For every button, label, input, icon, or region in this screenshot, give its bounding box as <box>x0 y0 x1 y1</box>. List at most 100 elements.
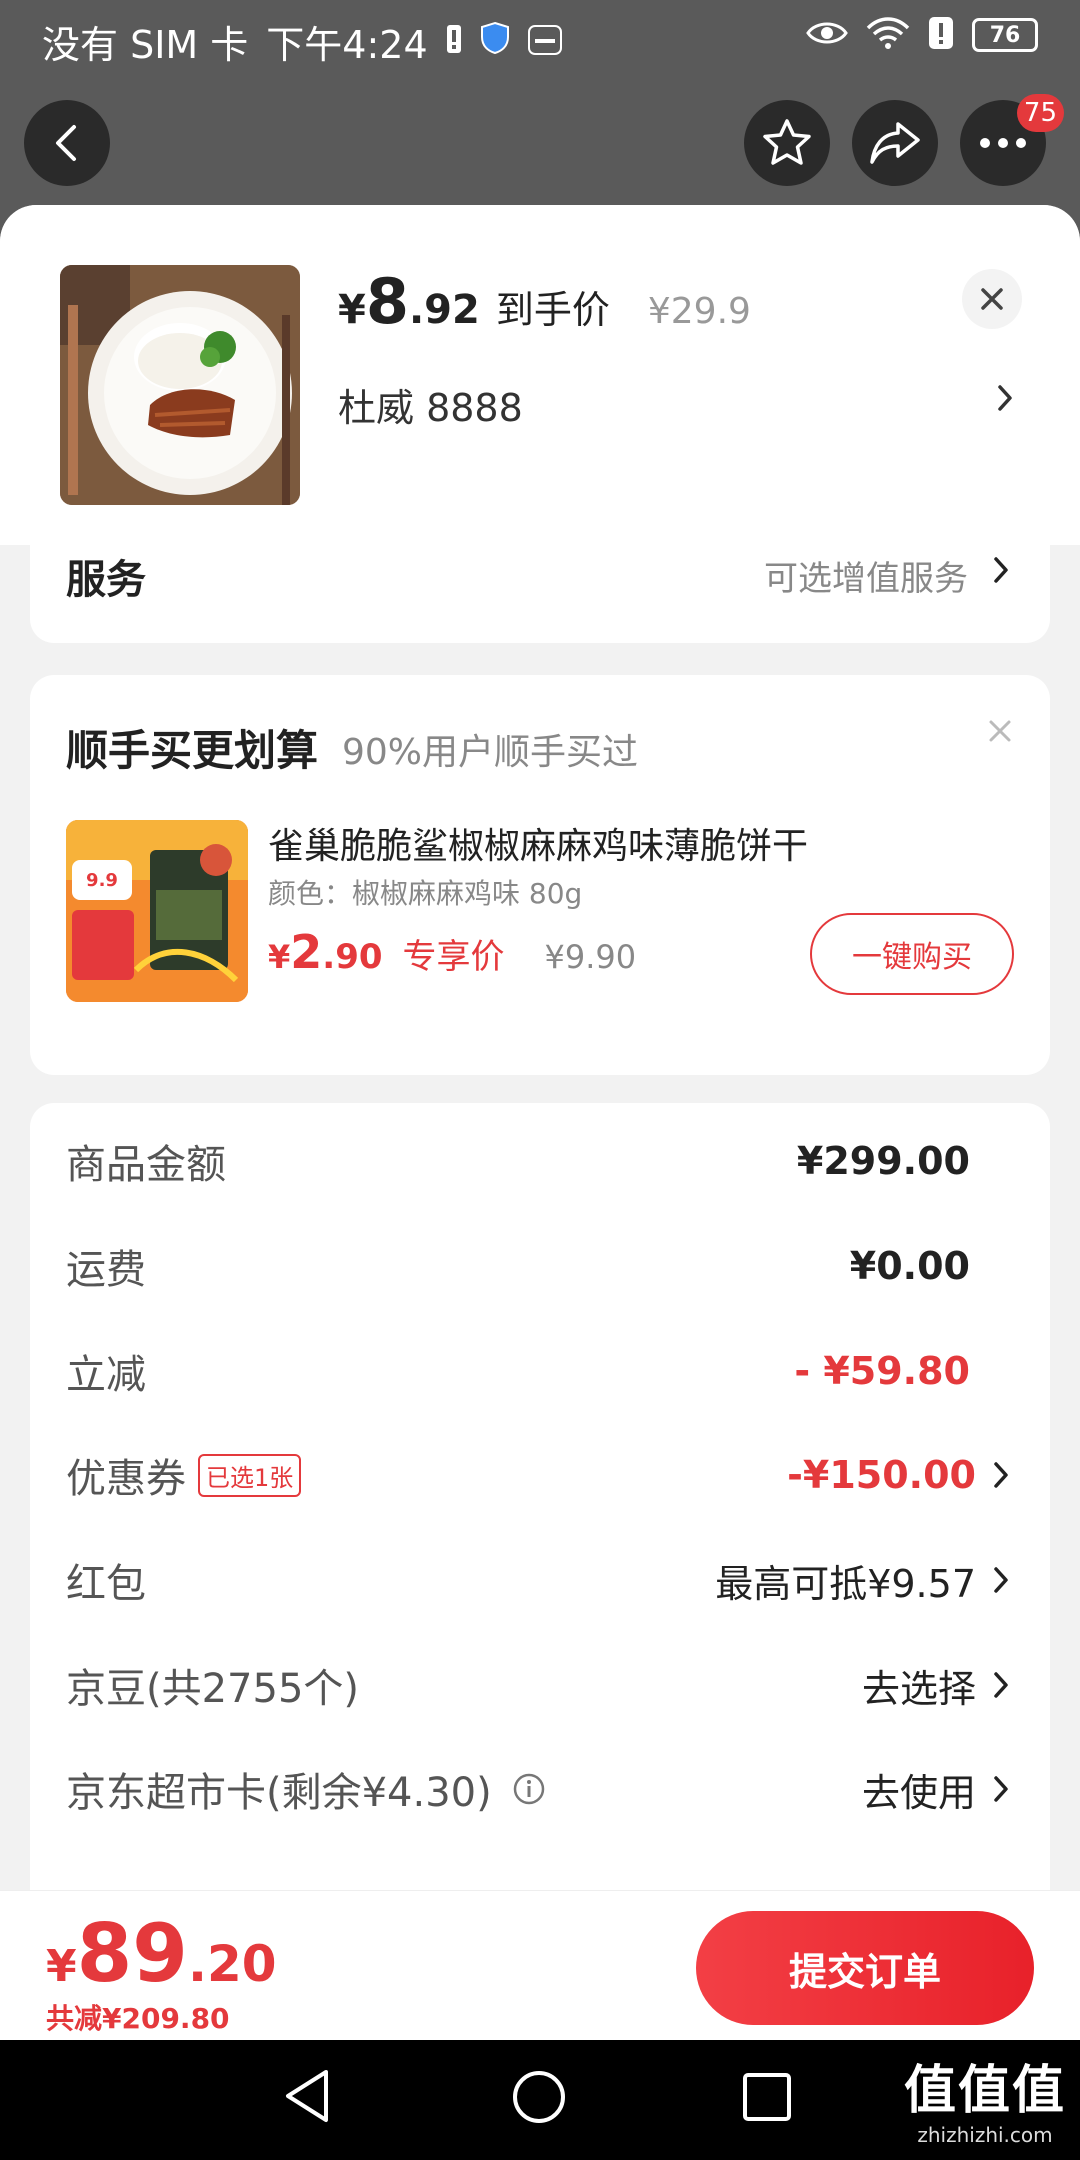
addon-product-spec: 颜色：椒椒麻麻鸡味 80g <box>268 877 583 910</box>
back-icon <box>56 125 76 161</box>
star-icon <box>763 119 811 165</box>
addon-product-image[interactable]: 9.9 <box>66 820 248 1002</box>
addon-product-name[interactable]: 雀巢脆脆鲨椒椒麻麻鸡味薄脆饼干 <box>268 817 808 869</box>
shipping-label: 运费 <box>66 1247 146 1293</box>
goods-amount-value: ¥299.00 <box>796 1139 970 1183</box>
addon-price-tag: 专享价 <box>402 937 505 977</box>
one-click-buy-button[interactable]: 一键购买 <box>810 913 1014 995</box>
close-button[interactable] <box>962 269 1022 329</box>
product-header: ¥ 8 .92 到手价 ¥29.9 杜威 8888 <box>0 205 1080 545</box>
message-badge: 75 <box>1016 94 1064 132</box>
coupon-label: 优惠券 <box>66 1456 186 1502</box>
goods-amount-label: 商品金额 <box>66 1142 226 1188</box>
beans-value: 去选择 <box>861 1666 976 1711</box>
total-integer: 89 <box>76 1907 188 2000</box>
redpacket-chevron-icon <box>992 1565 1010 1595</box>
submit-order-button[interactable]: 提交订单 <box>696 1911 1034 2025</box>
service-card[interactable]: 服务 可选增值服务 <box>30 505 1050 643</box>
addon-close-icon[interactable] <box>988 719 1012 747</box>
redpacket-value-group: 最高可抵¥9.57 <box>715 1553 1010 1608</box>
card-value-group: 去使用 <box>862 1762 1010 1817</box>
addon-price-integer: 2 <box>290 925 323 979</box>
total-price: ¥ 89 .20 <box>46 1907 277 2000</box>
product-thumbnail[interactable] <box>60 265 300 505</box>
share-button[interactable] <box>852 100 938 186</box>
battery-indicator: 76 <box>972 18 1038 52</box>
redpacket-value: 最高可抵¥9.57 <box>715 1561 976 1606</box>
nav-back-icon[interactable] <box>282 2068 332 2128</box>
supermarket-card-value: 去使用 <box>861 1770 976 1815</box>
nav-recents-icon[interactable] <box>742 2072 792 2126</box>
wifi-icon <box>866 16 910 54</box>
time-text: 下午4:24 <box>266 23 428 67</box>
order-sheet: ¥ 8 .92 到手价 ¥29.9 杜威 8888 服务 可选增值服务 顺手买更… <box>0 205 1080 1900</box>
beans-label: 京豆(共2755个) <box>66 1666 360 1712</box>
coupon-selected-chip: 已选1张 <box>198 1453 302 1497</box>
addon-price-symbol: ¥ <box>268 938 291 976</box>
fee-row-shipping: 运费 ¥0.00 <box>66 1226 1010 1306</box>
product-spec[interactable]: 杜威 8888 <box>338 377 523 432</box>
fee-row-redpacket[interactable]: 红包 最高可抵¥9.57 <box>66 1540 1010 1620</box>
redpacket-label: 红包 <box>66 1561 146 1607</box>
addon-card: 顺手买更划算 90%用户顺手买过 9.9 雀巢脆脆鲨椒椒麻麻鸡味薄脆饼干 颜色：… <box>30 675 1050 1075</box>
addon-price-decimal: .90 <box>322 937 383 977</box>
fee-row-beans[interactable]: 京豆(共2755个) 去选择 <box>66 1645 1010 1725</box>
coupon-label-group: 优惠券 已选1张 <box>66 1446 302 1504</box>
checkout-bar: ¥ 89 .20 共减¥209.80 提交订单 <box>0 1890 1080 2040</box>
price-decimal: .92 <box>408 287 480 333</box>
favorite-button[interactable] <box>744 100 830 186</box>
service-chevron-icon <box>992 555 1010 589</box>
original-price: ¥29.9 <box>647 291 751 332</box>
spec-chevron-icon[interactable] <box>996 383 1014 417</box>
total-symbol: ¥ <box>46 1941 77 1992</box>
addon-original-price: ¥9.90 <box>544 938 637 976</box>
addon-subtitle: 90%用户顺手买过 <box>342 732 639 773</box>
share-icon <box>870 122 920 164</box>
warning-icon <box>928 16 954 54</box>
price-symbol: ¥ <box>338 287 366 333</box>
huawei-icon <box>527 20 562 64</box>
watermark-url: zhizhizhi.com <box>917 2123 1053 2147</box>
coupon-value: -¥150.00 <box>787 1453 976 1497</box>
status-left: 没有 SIM 卡 下午4:24 <box>42 14 562 69</box>
shield-icon <box>480 20 510 64</box>
card-label-group: 京东超市卡(剩余¥4.30) <box>66 1760 546 1818</box>
discount-label: 立减 <box>66 1352 146 1398</box>
service-hint: 可选增值服务 <box>764 559 968 599</box>
card-chevron-icon <box>992 1774 1010 1804</box>
beans-chevron-icon <box>992 1670 1010 1700</box>
watermark-logo: 值值值 <box>903 2061 1066 2121</box>
coupon-chevron-icon <box>992 1460 1010 1490</box>
service-title: 服务 <box>66 557 146 603</box>
close-icon <box>981 288 1003 310</box>
discount-value: - ¥59.80 <box>794 1349 970 1393</box>
more-button[interactable]: 75 <box>960 94 1064 186</box>
price-integer: 8 <box>365 265 409 338</box>
fee-row-supermarket-card[interactable]: 京东超市卡(剩余¥4.30) 去使用 <box>66 1749 1010 1829</box>
fee-row-discount: 立减 - ¥59.80 <box>66 1331 1010 1411</box>
status-bar: 没有 SIM 卡 下午4:24 76 <box>0 0 1080 76</box>
fee-summary-card: 商品金额 ¥299.00 运费 ¥0.00 立减 - ¥59.80 优惠券 已选… <box>30 1103 1050 1900</box>
coupon-value-group: -¥150.00 <box>787 1453 1010 1497</box>
addon-title: 顺手买更划算 <box>66 726 319 775</box>
beans-value-group: 去选择 <box>862 1658 1010 1713</box>
supermarket-card-label: 京东超市卡(剩余¥4.30) <box>66 1770 492 1816</box>
price-tag: 到手价 <box>495 288 610 332</box>
fee-row-coupon[interactable]: 优惠券 已选1张 -¥150.00 <box>66 1435 1010 1515</box>
more-icon <box>980 138 1026 148</box>
product-price-line: ¥ 8 .92 到手价 ¥29.9 <box>338 265 751 338</box>
system-nav-bar: 值值值 zhizhizhi.com <box>0 2040 1080 2160</box>
total-saved: 共减¥209.80 <box>46 2002 230 2035</box>
svg-text:9.9: 9.9 <box>86 870 118 891</box>
eye-icon <box>806 19 848 51</box>
addon-price-line: ¥ 2 .90 专享价 ¥9.90 <box>268 925 636 979</box>
nav-home-icon[interactable] <box>512 2070 566 2128</box>
shipping-value: ¥0.00 <box>849 1244 970 1288</box>
info-icon[interactable] <box>512 1772 546 1806</box>
watermark: 值值值 zhizhizhi.com <box>904 2048 1066 2147</box>
top-nav: 75 <box>0 94 1080 196</box>
carrier-text: 没有 SIM 卡 <box>42 23 249 67</box>
alert-icon <box>446 20 462 64</box>
fee-row-goods: 商品金额 ¥299.00 <box>66 1121 1010 1201</box>
back-button[interactable] <box>24 100 110 186</box>
